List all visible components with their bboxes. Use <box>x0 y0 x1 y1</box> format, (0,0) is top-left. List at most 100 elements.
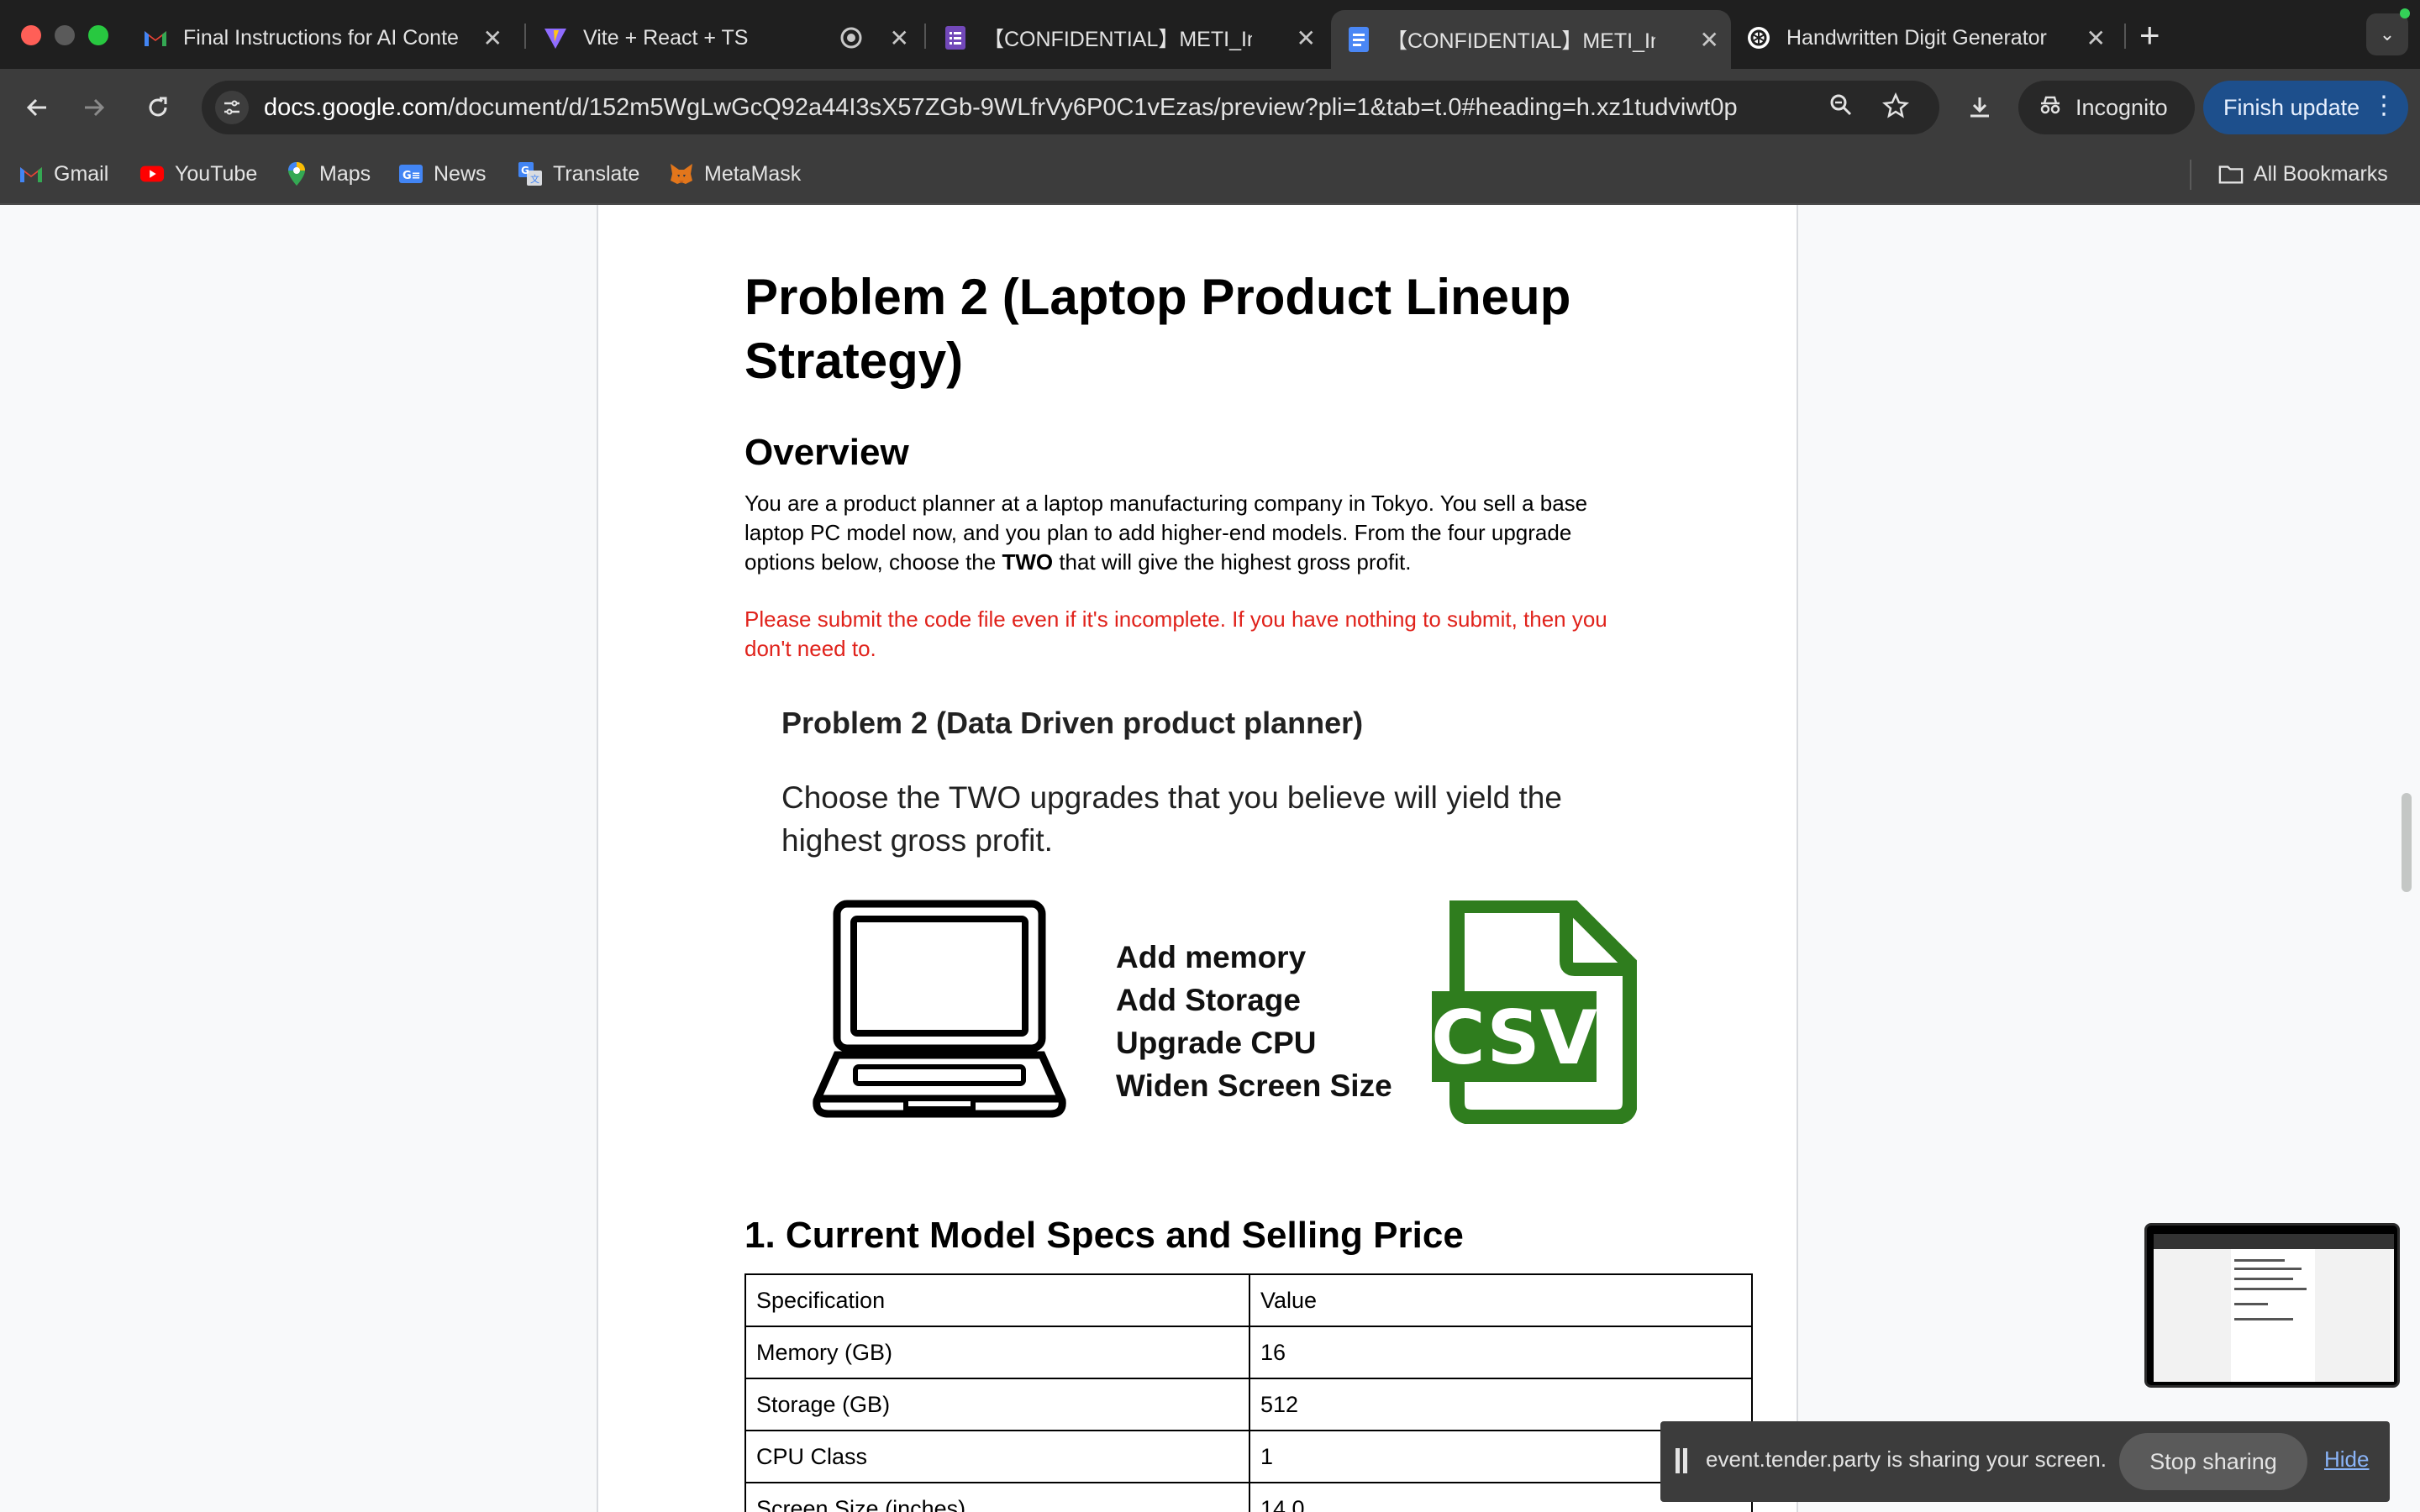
table-cell: Memory (GB) <box>744 1326 1250 1379</box>
csv-file-icon: CSV <box>1431 898 1638 1128</box>
hide-button[interactable]: Hide <box>2324 1446 2369 1473</box>
all-bookmarks-button[interactable]: All Bookmarks <box>2218 161 2388 186</box>
screen-share-preview[interactable] <box>2144 1223 2400 1388</box>
close-tab-icon[interactable]: ✕ <box>890 24 909 52</box>
svg-text:文: 文 <box>530 173 539 185</box>
menu-dots-icon[interactable]: ⋮ <box>2371 91 2396 120</box>
finish-update-label: Finish update <box>2223 94 2360 120</box>
close-tab-icon[interactable]: ✕ <box>1297 24 1316 52</box>
option-screen: Widen Screen Size <box>1116 1068 1392 1103</box>
status-dot <box>2400 8 2410 18</box>
csv-label: CSV <box>1432 995 1597 1081</box>
upgrade-options: Add memory Add Storage Upgrade CPU Widen… <box>1116 936 1392 1107</box>
incognito-icon <box>2039 95 2062 121</box>
overview-bold: TWO <box>1002 549 1054 575</box>
table-header-cell: Specification <box>744 1273 1250 1327</box>
download-button[interactable] <box>1960 87 2000 128</box>
reload-icon <box>149 97 167 117</box>
arrow-left-icon <box>26 98 46 117</box>
sharing-message: event.tender.party is sharing your scree… <box>1706 1446 2107 1472</box>
url-text[interactable]: docs.google.com/document/d/152m5WgLwGcQ9… <box>264 94 1738 122</box>
all-bookmarks-label: All Bookmarks <box>2254 161 2388 186</box>
youtube-icon <box>139 161 165 186</box>
laptop-icon <box>812 899 1067 1125</box>
bookmark-star-icon[interactable] <box>1882 92 1909 126</box>
news-icon: G≡ <box>398 161 424 186</box>
problem-card-subtitle: Choose the TWO upgrades that you believe… <box>781 780 1562 858</box>
new-tab-button[interactable]: + <box>2139 15 2160 55</box>
screen-sharing-bar: event.tender.party is sharing your scree… <box>1660 1421 2390 1502</box>
openai-icon <box>1746 25 1771 50</box>
back-button[interactable] <box>17 87 57 128</box>
download-icon <box>1970 97 1989 118</box>
finish-update-button[interactable]: Finish update ⋮ <box>2203 81 2408 134</box>
forward-button[interactable] <box>74 87 114 128</box>
tab-title: Final Instructions for AI Conte <box>183 25 459 50</box>
record-icon <box>839 25 864 50</box>
document-page: Problem 2 (Laptop Product Lineup Strateg… <box>597 205 1798 1512</box>
page-title: Problem 2 (Laptop Product Lineup Strateg… <box>744 269 1571 389</box>
bookmark-maps[interactable]: Maps <box>284 161 371 186</box>
table-cell: Screen Size (inches) <box>744 1482 1250 1512</box>
bookmarks-bar: Gmail YouTube Maps G≡ News G文 Translate … <box>0 146 2420 205</box>
bookmark-label: YouTube <box>175 161 258 186</box>
tab-confidential-forms[interactable]: 【CONFIDENTIAL】METI_Inte ✕ <box>928 12 1328 64</box>
overview-text-end: that will give the highest gross profit. <box>1053 549 1412 575</box>
incognito-label: Incognito <box>2075 94 2168 120</box>
table-header-cell: Value <box>1249 1273 1753 1327</box>
tab-gmail[interactable]: Final Instructions for AI Conte ✕ <box>128 12 514 64</box>
tab-strip: Final Instructions for AI Conte ✕ Vite +… <box>0 0 2420 69</box>
translate-icon: G文 <box>518 161 543 186</box>
maps-pin-icon <box>284 161 309 186</box>
url-path: /document/d/152m5WgLwGcQ92a44I3sX57ZGb-9… <box>448 94 1738 121</box>
close-window-button[interactable] <box>21 25 41 45</box>
option-storage: Add Storage <box>1116 983 1301 1017</box>
tab-title: 【CONFIDENTIAL】METI_Inte <box>1386 29 1655 53</box>
close-tab-icon[interactable]: ✕ <box>1700 26 1719 54</box>
table-row: CPU Class 1 <box>744 1430 1753 1483</box>
docs-icon <box>1346 27 1371 52</box>
zoom-icon[interactable] <box>1828 92 1854 124</box>
incognito-button[interactable]: Incognito <box>2018 81 2195 134</box>
bookmark-translate[interactable]: G文 Translate <box>518 161 639 186</box>
table-row: Memory (GB) 16 <box>744 1326 1753 1379</box>
minimize-window-button[interactable] <box>55 25 75 45</box>
bookmark-youtube[interactable]: YouTube <box>139 161 257 186</box>
forms-icon <box>943 25 968 50</box>
arrow-right-icon <box>85 98 105 117</box>
tab-search-button[interactable]: ⌄ <box>2366 13 2408 55</box>
tab-recording[interactable]: ✕ <box>823 12 921 64</box>
metamask-fox-icon <box>669 161 694 186</box>
close-tab-icon[interactable]: ✕ <box>2086 24 2106 52</box>
document-viewport[interactable]: Problem 2 (Laptop Product Lineup Strateg… <box>0 205 2420 1512</box>
option-cpu: Upgrade CPU <box>1116 1026 1317 1060</box>
tab-confidential-docs-active[interactable]: 【CONFIDENTIAL】METI_Inte ✕ <box>1331 10 1731 69</box>
svg-text:G≡: G≡ <box>402 170 421 182</box>
bookmark-label: Translate <box>553 161 640 186</box>
tab-title: 【CONFIDENTIAL】METI_Inte <box>983 28 1252 51</box>
maximize-window-button[interactable] <box>88 25 108 45</box>
close-tab-icon[interactable]: ✕ <box>483 24 502 52</box>
gmail-icon <box>18 161 44 186</box>
site-settings-icon[interactable] <box>215 91 249 124</box>
overview-heading: Overview <box>744 432 909 473</box>
bookmark-gmail[interactable]: Gmail <box>18 161 108 186</box>
bookmarks-divider <box>2190 160 2191 190</box>
bookmark-label: Gmail <box>54 161 109 186</box>
pause-icon <box>1676 1448 1687 1473</box>
scrollbar-thumb[interactable] <box>2402 793 2412 892</box>
gmail-icon <box>143 25 168 50</box>
chevron-down-icon: ⌄ <box>2379 24 2396 45</box>
reload-button[interactable] <box>138 87 178 128</box>
tab-title: Handwritten Digit Generator <box>1786 25 2047 50</box>
address-bar[interactable]: docs.google.com/document/d/152m5WgLwGcQ9… <box>202 81 1939 134</box>
bookmark-label: MetaMask <box>704 161 802 186</box>
browser-toolbar: docs.google.com/document/d/152m5WgLwGcQ9… <box>0 69 2420 146</box>
bookmark-metamask[interactable]: MetaMask <box>669 161 801 186</box>
table-cell: CPU Class <box>744 1430 1250 1483</box>
folder-icon <box>2218 161 2244 186</box>
tab-handwritten-digit[interactable]: Handwritten Digit Generator ✕ <box>1731 12 2118 64</box>
bookmark-news[interactable]: G≡ News <box>398 161 487 186</box>
table-row: Storage (GB) 512 <box>744 1378 1753 1431</box>
stop-sharing-button[interactable]: Stop sharing <box>2119 1433 2307 1490</box>
